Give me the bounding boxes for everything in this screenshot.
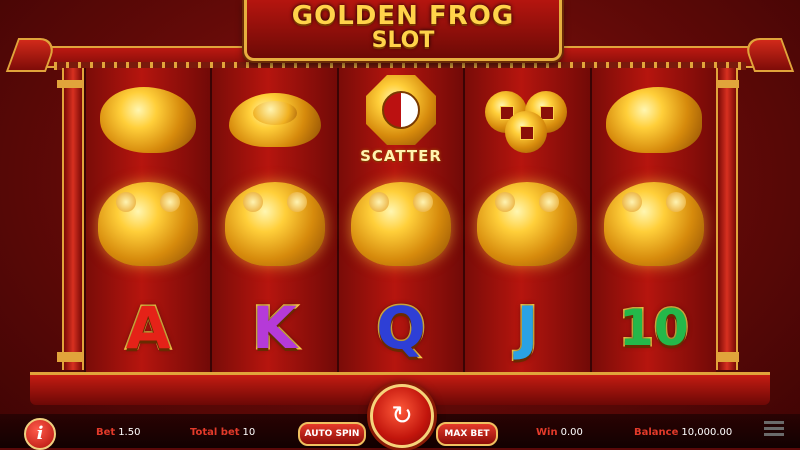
yin-yang-icon (382, 91, 421, 129)
golden-frog-symbol (603, 182, 704, 266)
auto-spin-button[interactable]: AUTO SPIN (298, 422, 366, 446)
left-pillar (62, 68, 84, 370)
total-bet-label: Total bet (190, 427, 240, 438)
menu-icon[interactable] (764, 421, 784, 439)
reel-4: J (465, 68, 592, 380)
balance-value: 10,000.00 (681, 427, 733, 438)
gold-ingot-symbol (228, 93, 321, 147)
ten-symbol: 10 (618, 298, 691, 359)
spin-button[interactable]: ↻ (370, 384, 434, 448)
title-plaque: GOLDEN FROG SLOT (244, 0, 562, 61)
scatter-label: SCATTER (360, 147, 442, 165)
letter-k-symbol: K (251, 294, 299, 362)
reel-1: A (84, 68, 213, 380)
coin-icon (505, 111, 548, 153)
right-pillar (716, 68, 738, 370)
dragon-turtle-symbol (605, 87, 702, 153)
reel-grid: A K SCATTER Q J 10 (84, 68, 717, 380)
win-display: Win 0.00 (536, 427, 583, 438)
total-bet-value: 10 (242, 427, 256, 438)
letter-q-symbol: Q (375, 294, 427, 362)
golden-carp-symbol (100, 87, 197, 153)
game-title: GOLDEN FROG (291, 1, 515, 31)
left-pillar-cap (57, 80, 85, 88)
win-label: Win (536, 427, 558, 438)
bet-display: Bet 1.50 (96, 427, 140, 438)
bet-label: Bet (96, 427, 116, 438)
bagua-icon (366, 75, 437, 145)
balance-display: Balance 10,000.00 (634, 427, 732, 438)
golden-frog-symbol (351, 182, 452, 266)
golden-frog-symbol (224, 182, 325, 266)
balance-label: Balance (634, 427, 679, 438)
left-pillar-base (57, 352, 85, 362)
reel-2: K (212, 68, 339, 380)
total-bet-display: Total bet 10 (190, 427, 255, 438)
letter-j-symbol: J (515, 294, 540, 362)
scatter-symbol: SCATTER (360, 75, 442, 165)
reel-5: 10 (591, 68, 717, 380)
reel-3: SCATTER Q (338, 68, 466, 380)
letter-a-symbol: A (124, 294, 172, 362)
game-subtitle: SLOT (371, 28, 435, 53)
win-value: 0.00 (560, 427, 583, 438)
bet-value: 1.50 (118, 427, 141, 438)
max-bet-button[interactable]: MAX BET (436, 422, 498, 446)
golden-frog-symbol (98, 182, 199, 266)
lucky-coins-symbol (485, 85, 569, 155)
info-button[interactable]: i (24, 418, 56, 450)
golden-frog-symbol (477, 182, 578, 266)
